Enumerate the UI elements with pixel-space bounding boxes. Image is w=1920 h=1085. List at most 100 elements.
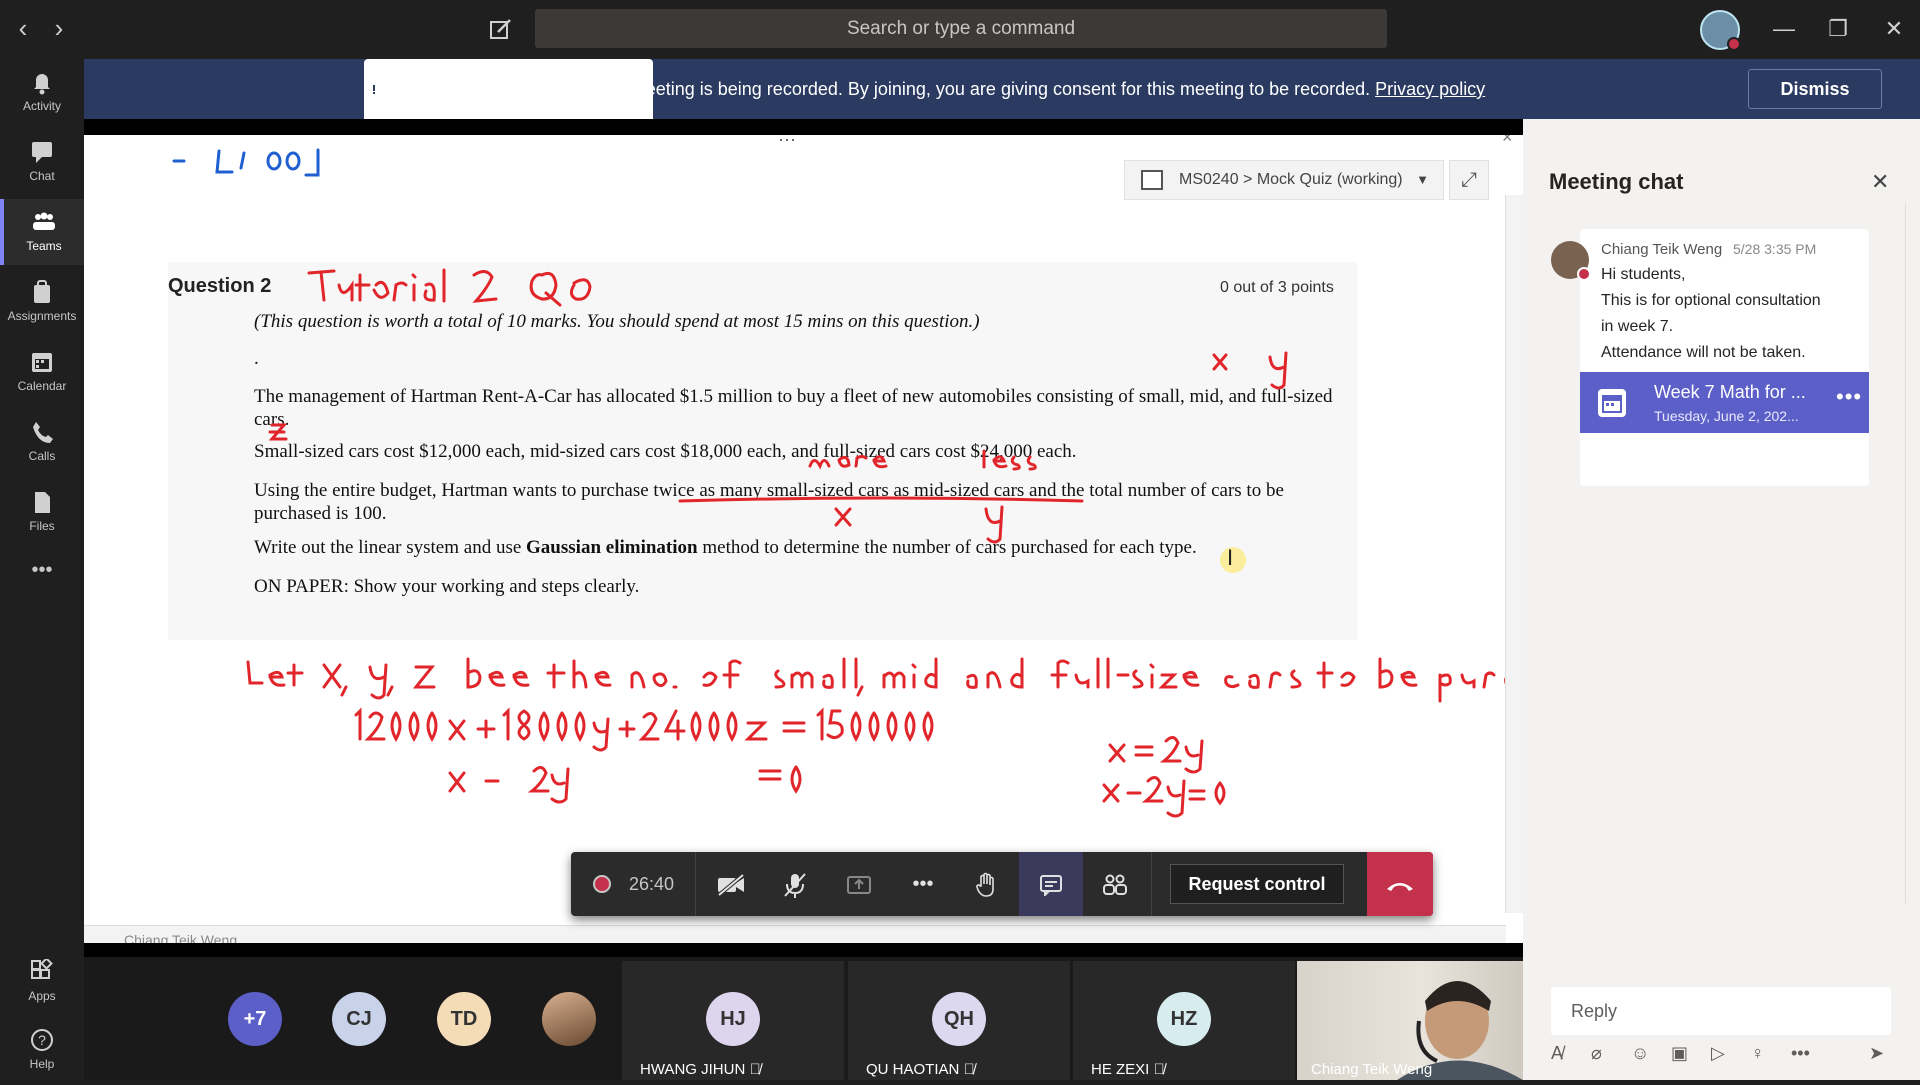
divider (695, 852, 696, 916)
participant-photo-avatar[interactable] (542, 992, 596, 1046)
mute-button[interactable] (763, 852, 827, 916)
compose-toolbar: A̸ ⌀ ☺ ▣ ▷ ♀ ••• ➤ (1551, 1043, 1891, 1071)
participant-tile[interactable]: QH QU HAOTIAN 🎙̸ (848, 961, 1070, 1080)
rail-item-apps[interactable]: Apps (0, 949, 84, 1015)
participant-avatar: HJ (706, 992, 760, 1046)
participant-avatar[interactable]: TD (437, 992, 491, 1046)
format-icon[interactable]: A̸ (1551, 1043, 1563, 1064)
meeting-stage: ··· × MS0240 > Mock Quiz (working) ▼ ⤢ Qu… (84, 119, 1523, 943)
card-subtitle: Tuesday, June 2, 202... (1654, 408, 1799, 424)
show-conversation-button[interactable] (1019, 852, 1083, 916)
recording-text: This meeting is being recorded. By joini… (587, 79, 1376, 99)
meeting-card[interactable]: Week 7 Math for ... Tuesday, June 2, 202… (1580, 372, 1869, 433)
rail-label: Calls (28, 449, 56, 463)
profile-avatar[interactable] (1700, 10, 1741, 51)
warning-icon (365, 80, 383, 96)
rail-label: Teams (26, 239, 62, 253)
overflow-participants-button[interactable]: +7 (228, 992, 282, 1046)
assignments-icon (34, 280, 50, 303)
rail-more-button[interactable]: ••• (0, 559, 84, 599)
attach-icon[interactable]: ⌀ (1591, 1043, 1602, 1064)
rail-label: Activity (22, 99, 61, 113)
share-screen-button[interactable] (827, 852, 891, 916)
request-control-button[interactable]: Request control (1170, 864, 1344, 904)
sticker-icon[interactable]: ▣ (1671, 1043, 1688, 1064)
rail-label: Files (29, 519, 55, 533)
rail-item-assignments[interactable]: Assignments (0, 269, 84, 335)
bell-icon (34, 74, 50, 95)
send-icon[interactable]: ➤ (1869, 1043, 1884, 1064)
title-bar: ‹ › Search or type a command — ❐ ✕ (0, 0, 1920, 59)
record-icon (593, 875, 611, 893)
close-window-button[interactable]: ✕ (1876, 14, 1912, 44)
reply-input[interactable]: Reply (1551, 987, 1891, 1035)
file-icon (35, 492, 50, 513)
rail-item-teams[interactable]: Teams (0, 199, 84, 265)
teams-icon (33, 212, 55, 230)
avatar[interactable] (1551, 241, 1591, 281)
card-more-icon[interactable]: ••• (1836, 384, 1862, 410)
presenter-video[interactable]: Chiang Teik Weng (1297, 961, 1523, 1080)
recording-banner: Recording has started. This meeting is b… (84, 59, 1920, 316)
mic-off-icon: 🎙̸ (963, 1061, 975, 1078)
chat-icon (32, 142, 52, 163)
participant-name: HE ZEXI 🎙̸ (1091, 1061, 1165, 1078)
minimize-button[interactable]: — (1766, 14, 1802, 44)
blue-ink-strokes (172, 148, 320, 177)
hang-up-icon (1387, 883, 1413, 892)
message-line: Attendance will not be taken. (1601, 344, 1806, 361)
praise-icon[interactable]: ▷ (1711, 1043, 1725, 1064)
rail-item-chat[interactable]: Chat (0, 129, 84, 195)
chat-scrollbar[interactable] (1905, 203, 1920, 903)
svg-text:?: ? (38, 1032, 46, 1048)
participant-gallery: +7 CJ TD HJ HWANG JIHUN 🎙̸ QH QU HAOTIAN… (84, 943, 1523, 1080)
mic-off-icon: 🎙̸ (749, 1061, 761, 1078)
close-icon[interactable]: ✕ (1871, 169, 1889, 195)
rail-item-files[interactable]: Files (0, 479, 84, 545)
rail-item-help[interactable]: ? Help (0, 1017, 84, 1083)
camera-off-button[interactable] (699, 852, 763, 916)
more-icon: ••• (31, 559, 53, 581)
shared-screen: ··· × MS0240 > Mock Quiz (working) ▼ ⤢ Qu… (84, 135, 1523, 943)
more-icon: ••• (912, 873, 934, 895)
red-ink-strokes (246, 268, 1520, 818)
message-line: This is for optional consultation (1601, 292, 1821, 309)
raise-hand-button[interactable] (955, 852, 1019, 916)
camera-off-icon (717, 873, 745, 897)
compose-icon[interactable] (486, 14, 516, 44)
rail-item-activity[interactable]: Activity (0, 59, 84, 125)
participant-tile[interactable]: HJ HWANG JIHUN 🎙̸ (622, 961, 844, 1080)
hand-icon (976, 872, 994, 897)
participant-tile[interactable]: HZ HE ZEXI 🎙̸ (1073, 961, 1295, 1080)
maximize-button[interactable]: ❐ (1820, 14, 1856, 44)
rail-item-calendar[interactable]: Calendar (0, 339, 84, 405)
ink-annotations (172, 148, 1520, 818)
back-icon[interactable]: ‹ (8, 14, 38, 44)
timer-text: 26:40 (629, 874, 675, 894)
calendar-icon (32, 353, 52, 372)
participant-avatar[interactable]: CJ (332, 992, 386, 1046)
idea-icon[interactable]: ♀ (1751, 1043, 1765, 1064)
more-actions-button[interactable]: ••• (891, 852, 955, 916)
hang-up-button[interactable] (1367, 852, 1433, 916)
people-icon (1103, 874, 1127, 895)
app-rail: Activity Chat Teams Assignments Calendar… (0, 59, 84, 1080)
recording-timer: 26:40 (571, 852, 695, 916)
dismiss-button[interactable]: Dismiss (1748, 69, 1882, 109)
forward-icon[interactable]: › (44, 14, 74, 44)
participants-button[interactable] (1083, 852, 1147, 916)
phone-icon (33, 422, 53, 443)
message-line: in week 7. (1601, 318, 1674, 335)
privacy-policy-link[interactable]: Privacy policy (1375, 79, 1485, 99)
horizontal-scrollbar[interactable] (84, 925, 1506, 943)
rail-item-calls[interactable]: Calls (0, 409, 84, 475)
vertical-scrollbar[interactable] (1505, 195, 1523, 913)
more-icon[interactable]: ••• (1791, 1043, 1810, 1064)
participant-avatar: HZ (1157, 992, 1211, 1046)
participant-avatar: QH (932, 992, 986, 1046)
busy-status-icon (1577, 267, 1591, 281)
emoji-icon[interactable]: ☺ (1631, 1043, 1649, 1064)
mic-off-icon (784, 872, 806, 898)
search-input[interactable]: Search or type a command (535, 9, 1387, 48)
card-title: Week 7 Math for ... (1654, 382, 1806, 402)
